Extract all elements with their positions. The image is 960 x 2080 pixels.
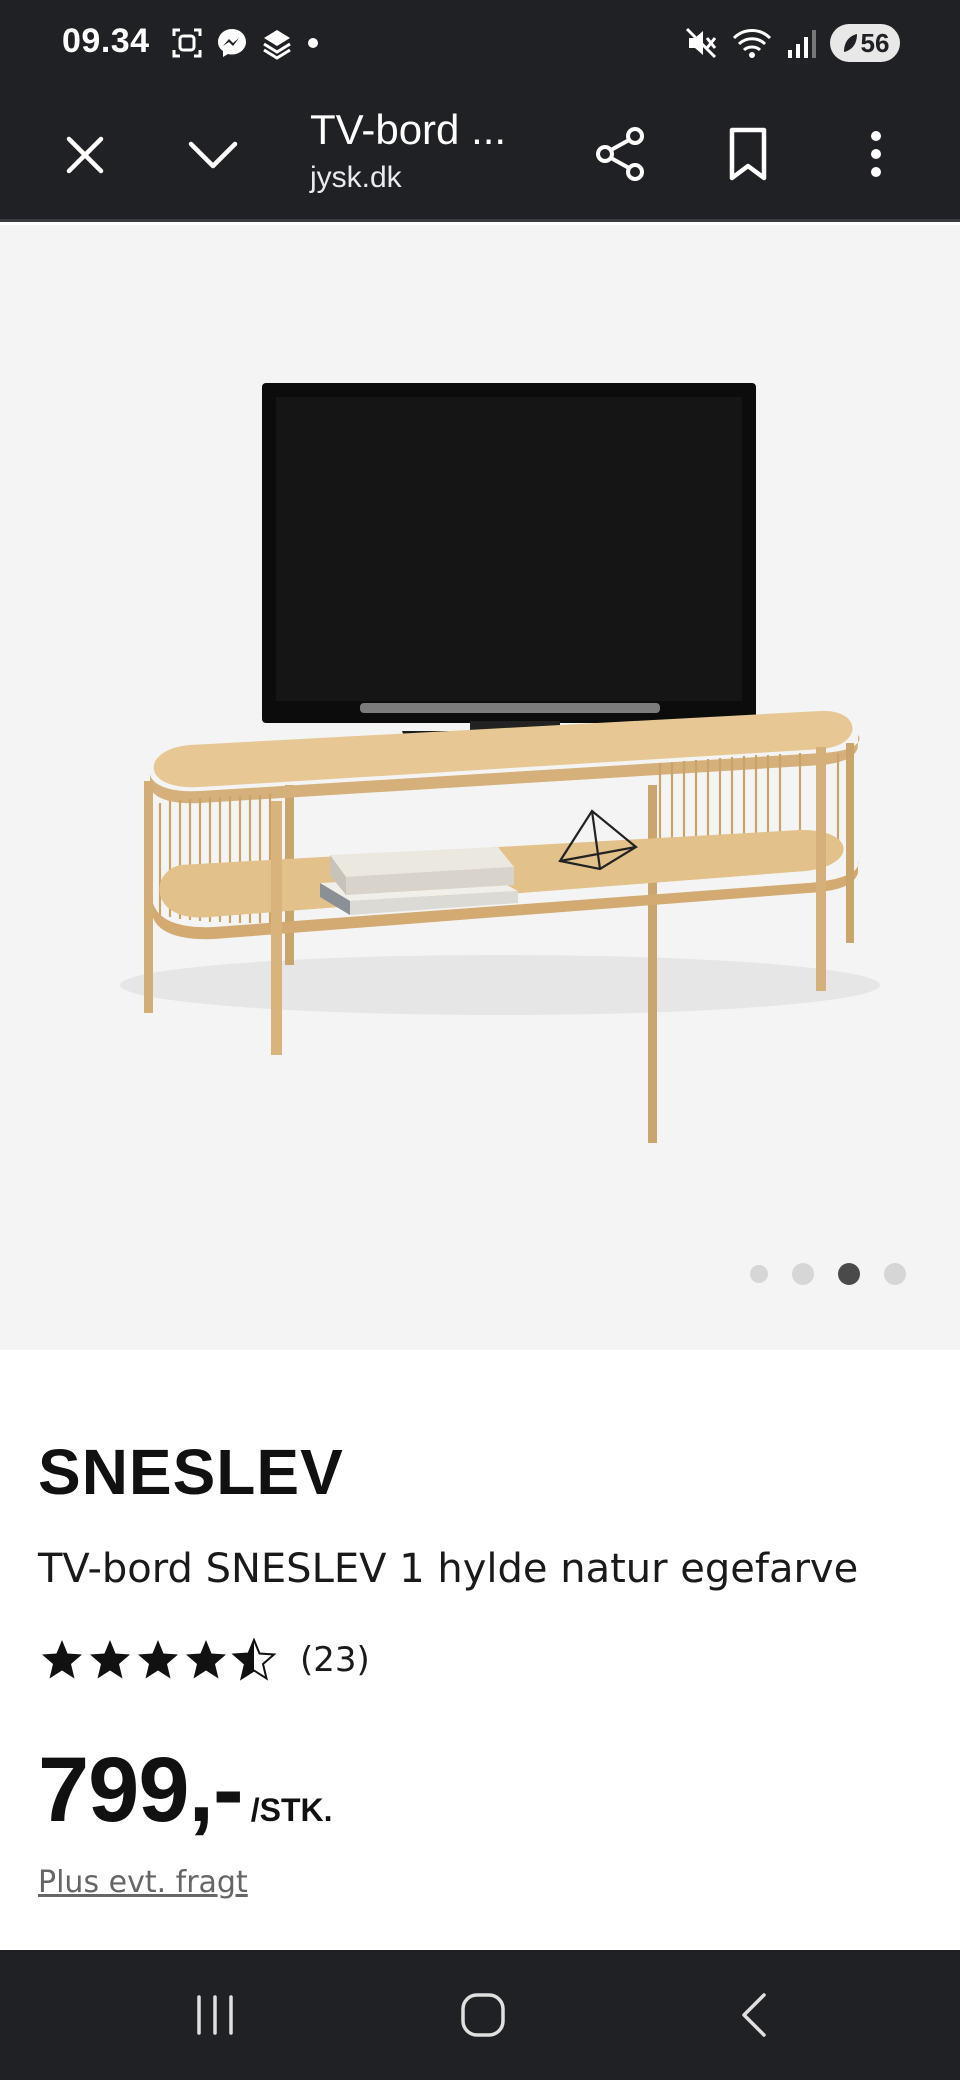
battery-leaf-icon	[843, 34, 857, 52]
star-icon-full	[186, 1640, 226, 1679]
status-time: 09.34	[62, 22, 150, 60]
page-title-area[interactable]: TV-bord ... jysk.dk	[310, 102, 570, 195]
messenger-icon	[218, 29, 246, 57]
share-icon	[596, 127, 644, 181]
recents-icon	[197, 1995, 233, 2035]
page-title: TV-bord ...	[310, 106, 507, 153]
price-unit: /STK.	[250, 1792, 333, 1828]
back-icon	[742, 1993, 766, 2037]
gallery-dot-2[interactable]	[792, 1263, 814, 1285]
gallery-dot-4[interactable]	[884, 1263, 906, 1285]
recents-button[interactable]	[170, 1975, 260, 2055]
back-button[interactable]	[708, 1975, 798, 2055]
product-rating[interactable]: (23)	[38, 1636, 370, 1684]
chevron-down-icon	[188, 141, 238, 169]
price-row: 799,- /STK.	[38, 1738, 332, 1843]
screenshot-icon	[172, 28, 202, 58]
rating-stars	[38, 1636, 278, 1684]
system-navigation-bar	[0, 1950, 960, 2080]
browser-toolbar: TV-bord ... jysk.dk	[0, 90, 960, 222]
gallery-pagination	[750, 1263, 906, 1285]
product-image[interactable]	[0, 225, 960, 1350]
dot-icon	[308, 38, 318, 48]
battery-icon: 56	[830, 24, 900, 62]
product-name: TV-bord SNESLEV 1 hylde natur egefarve	[38, 1546, 859, 1592]
page-url: jysk.dk	[310, 160, 402, 194]
product-price: 799,-	[38, 1739, 244, 1841]
battery-level: 56	[860, 27, 890, 58]
wifi-icon	[732, 29, 772, 58]
bookmark-icon	[729, 127, 767, 181]
close-button[interactable]	[50, 120, 120, 190]
status-system-icons: 56	[684, 24, 900, 62]
star-icon-half	[231, 1637, 277, 1681]
star-icon-full	[42, 1640, 82, 1679]
bookmark-button[interactable]	[712, 118, 784, 190]
home-icon	[461, 1993, 505, 2037]
gallery-dot-3-active[interactable]	[838, 1263, 860, 1285]
minimize-button[interactable]	[178, 120, 248, 190]
review-count: (23)	[300, 1640, 370, 1680]
shipping-info-link[interactable]: Plus evt. fragt	[38, 1865, 248, 1900]
home-button[interactable]	[438, 1975, 528, 2055]
more-vert-icon	[871, 131, 881, 177]
share-button[interactable]	[584, 118, 656, 190]
product-brand: SNESLEV	[38, 1436, 344, 1508]
close-icon	[66, 136, 104, 174]
stack-icon	[263, 30, 291, 60]
signal-icon	[788, 30, 816, 58]
status-bar: 09.34 56	[0, 0, 960, 90]
star-icon-full	[138, 1640, 178, 1679]
gallery-dot-1[interactable]	[750, 1265, 768, 1283]
more-options-button[interactable]	[840, 118, 912, 190]
status-notification-icons	[170, 26, 320, 60]
product-image-gallery[interactable]	[0, 225, 960, 1350]
star-icon-full	[90, 1640, 130, 1679]
mute-icon	[685, 27, 717, 59]
